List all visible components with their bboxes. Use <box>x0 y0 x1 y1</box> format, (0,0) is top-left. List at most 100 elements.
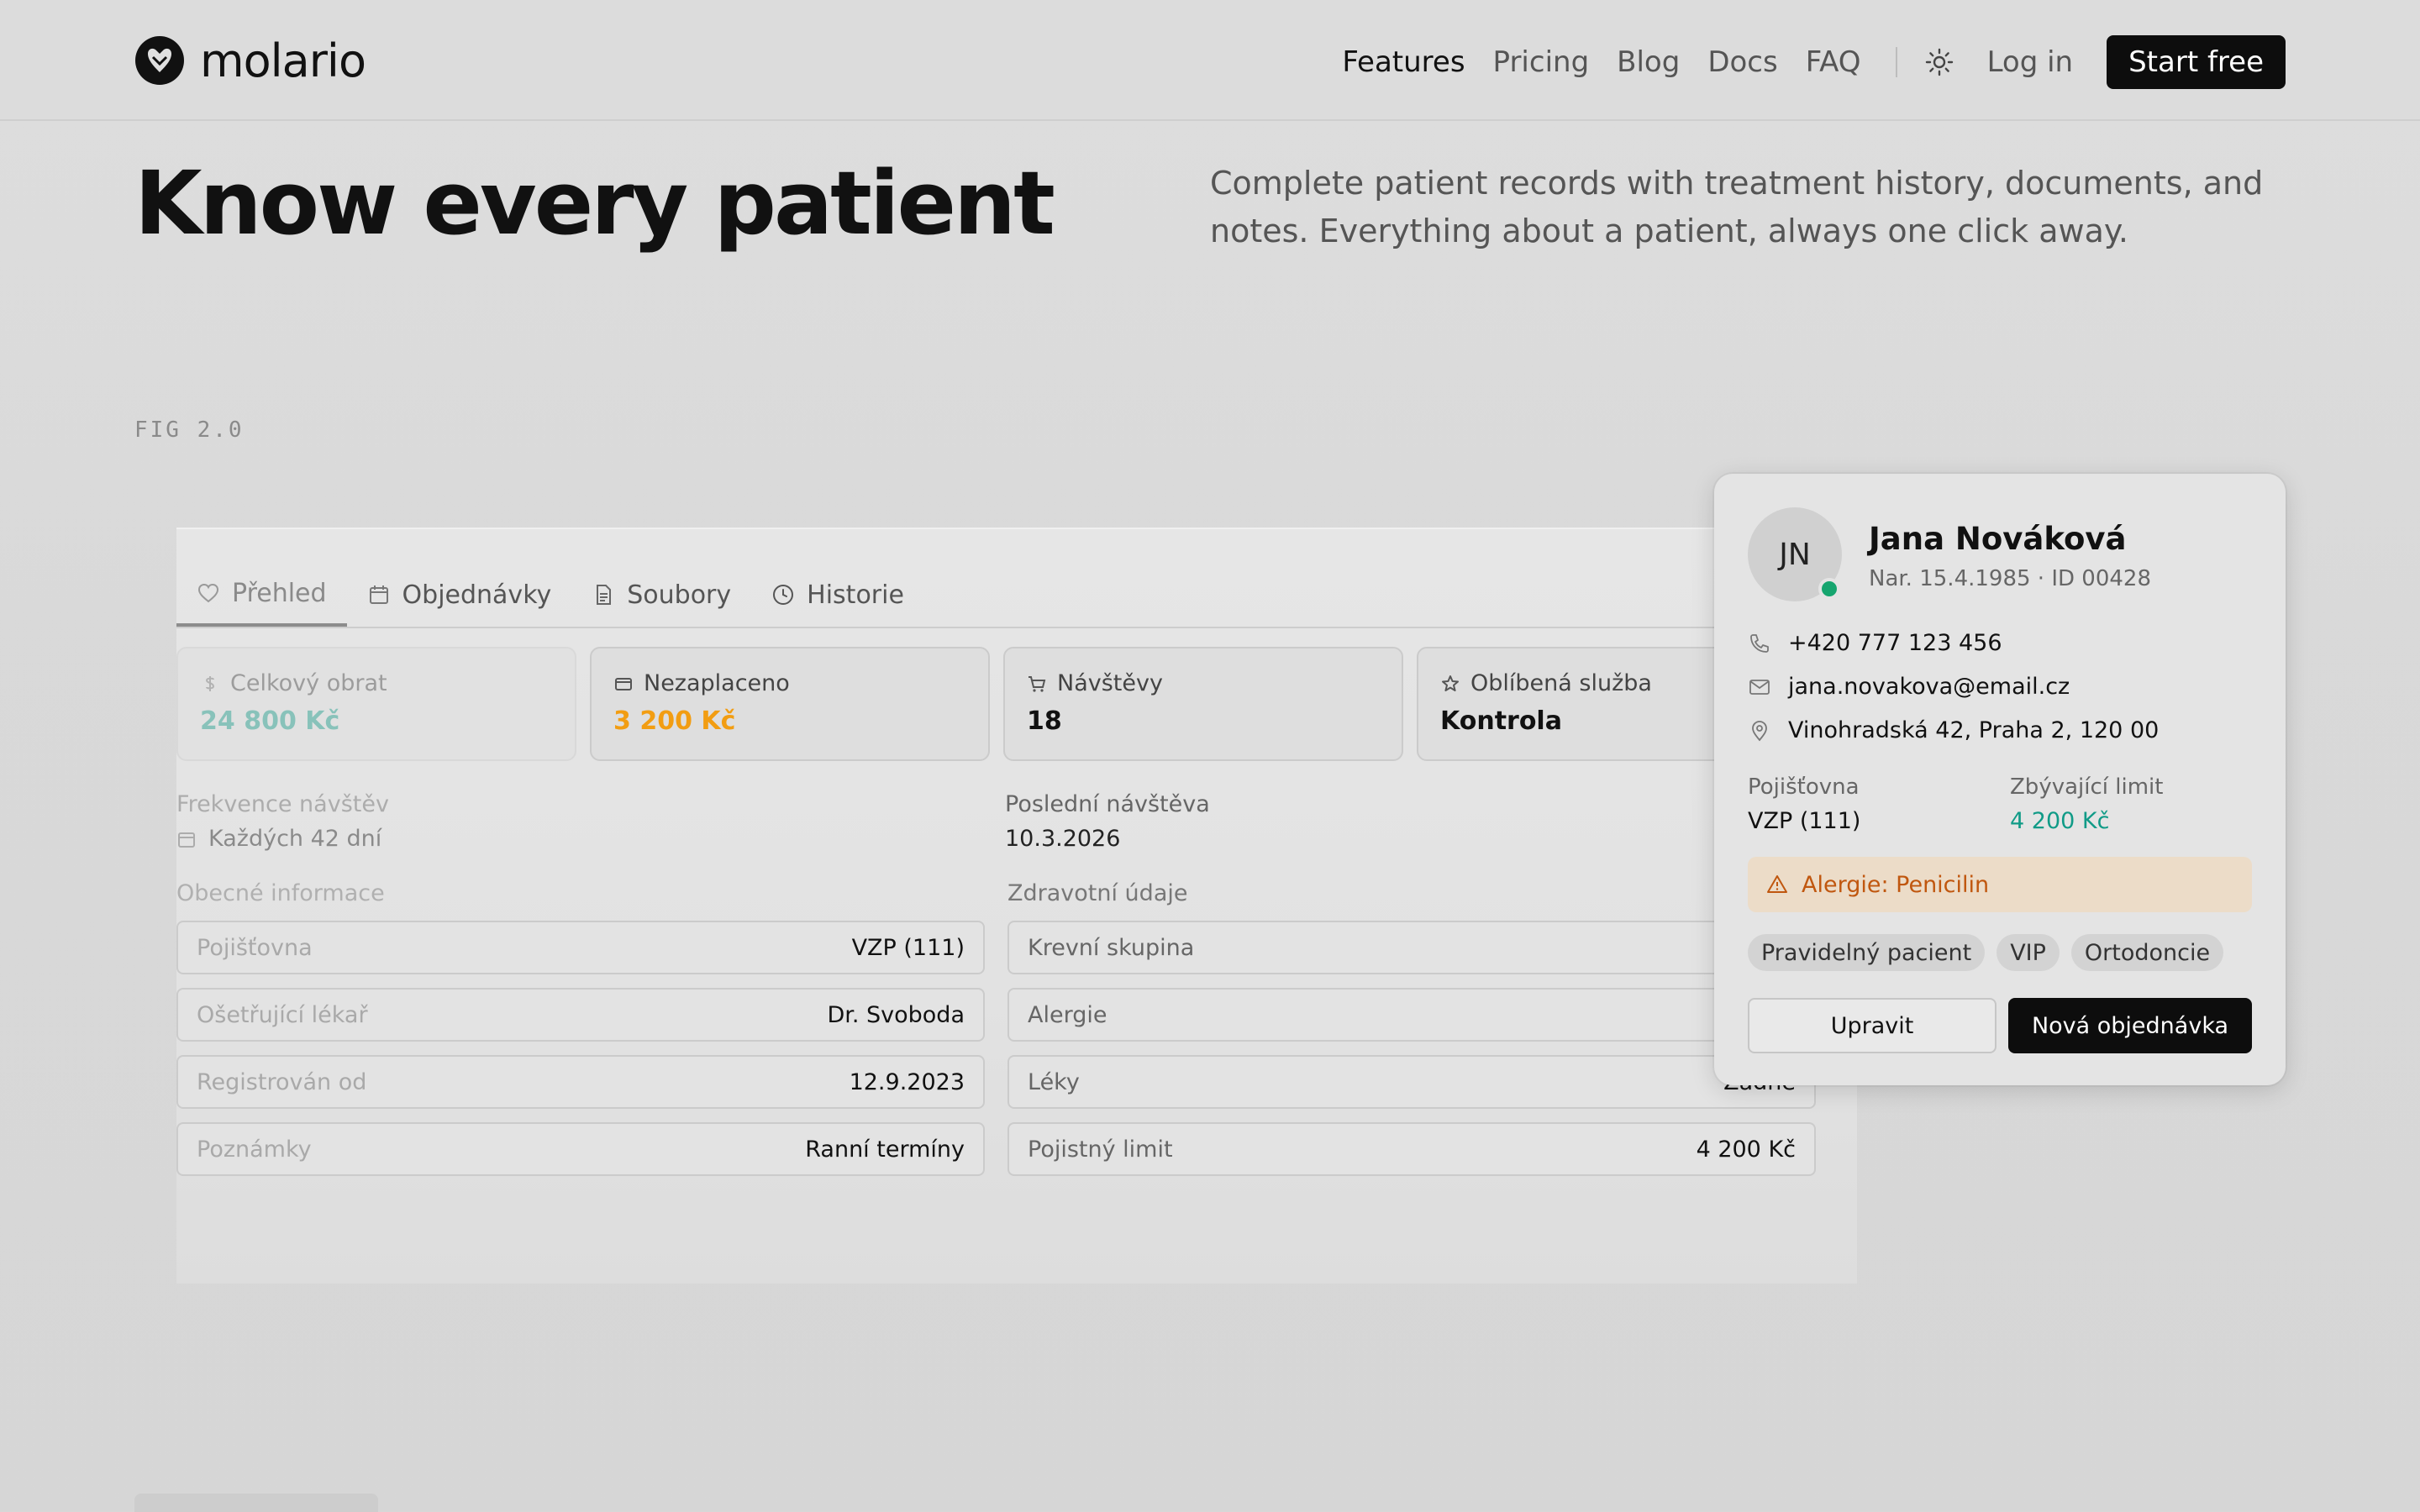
info-row: Ošetřující lékař Dr. Svoboda <box>176 988 985 1042</box>
frequency-value: Každých 42 dní <box>208 826 382 852</box>
row-value: 4 200 Kč <box>1696 1136 1796 1163</box>
general-info-list: Pojišťovna VZP (111) Ošetřující lékař Dr. … <box>176 921 985 1189</box>
last-visit: Poslední návštěva 10.3.2026 <box>1005 791 1210 852</box>
tag-chip[interactable]: Ortodoncie <box>2070 934 2224 971</box>
nav-divider <box>1895 47 1897 77</box>
row-key: Krevní skupina <box>1028 934 1195 961</box>
info-row: Pojistný limit 4 200 Kč <box>1007 1122 1816 1176</box>
logo-icon <box>135 36 184 85</box>
tag-chip[interactable]: Pravidelný pacient <box>1748 934 1986 971</box>
row-key: Registrován od <box>197 1068 367 1095</box>
stat-card-visits: Návštěvy 18 <box>1003 647 1403 761</box>
location-pin-icon <box>1752 720 1767 741</box>
row-key: Poznámky <box>197 1136 312 1163</box>
brand-name: molario <box>200 34 366 87</box>
stats-row: Celkový obrat 24 800 Kč Nezaplaceno 3 20… <box>176 647 1830 761</box>
patient-detail-panel: Přehled Objednávky Soubory Historie Celk… <box>176 528 1857 1284</box>
nav-link-faq[interactable]: FAQ <box>1806 45 1861 79</box>
stat-label: Oblíbená služba <box>1470 670 1652 696</box>
info-row: Registrován od 12.9.2023 <box>176 1055 985 1109</box>
hero-title: Know every patient <box>134 152 1055 255</box>
nav-link-features[interactable]: Features <box>1342 45 1465 79</box>
insurance-value: VZP (111) <box>1748 808 1861 834</box>
last-visit-value: 10.3.2026 <box>1005 826 1121 852</box>
bottom-section-stub <box>134 1494 378 1512</box>
new-appointment-button[interactable]: Nová objednávka <box>2008 998 2252 1053</box>
row-value: Ranní termíny <box>805 1136 965 1163</box>
row-value: VZP (111) <box>851 934 965 961</box>
login-link[interactable]: Log in <box>1987 45 2074 79</box>
phone-icon <box>1750 633 1769 653</box>
tab-label: Přehled <box>232 578 327 608</box>
top-nav: molario Features Pricing Blog Docs FAQ L… <box>0 0 2420 121</box>
tag-chip[interactable]: VIP <box>1996 934 2060 971</box>
online-status-dot <box>1818 578 1840 600</box>
last-visit-label: Poslední návštěva <box>1005 791 1210 817</box>
nav-links: Features Pricing Blog Docs FAQ Log in St… <box>1342 35 2286 89</box>
tabs-divider <box>176 627 1857 628</box>
warning-triangle-icon <box>1767 875 1787 893</box>
nav-link-pricing[interactable]: Pricing <box>1493 45 1590 79</box>
patient-card: JN Jana Nováková Nar. 15.4.1985 · ID 004… <box>1714 474 2286 1085</box>
stat-label: Celkový obrat <box>230 670 387 696</box>
health-info-title: Zdravotní údaje <box>1007 880 1188 906</box>
limit-value: 4 200 Kč <box>2010 808 2110 834</box>
theme-toggle-sun-icon[interactable] <box>1925 48 1954 76</box>
address-value: Vinohradská 42, Praha 2, 120 00 <box>1788 717 2160 743</box>
allergy-alert: Alergie: Penicilin <box>1748 857 2252 912</box>
dollar-icon <box>205 675 215 691</box>
insurance-info: Pojišťovna VZP (111) <box>1748 774 1860 834</box>
tab-label: Soubory <box>627 580 732 610</box>
tab-soubory[interactable]: Soubory <box>571 563 751 627</box>
contact-address[interactable]: Vinohradská 42, Praha 2, 120 00 <box>1748 717 2159 743</box>
logo[interactable]: molario <box>134 34 366 87</box>
stat-card-turnover: Celkový obrat 24 800 Kč <box>176 647 576 761</box>
info-row: Krevní skupina <box>1007 921 1816 974</box>
contact-email[interactable]: jana.novakova@email.cz <box>1748 674 2070 700</box>
avatar-initials: JN <box>1779 537 1811 572</box>
stat-value: 18 <box>1027 706 1062 736</box>
row-key: Léky <box>1028 1068 1080 1095</box>
tab-objednavky[interactable]: Objednávky <box>347 563 572 627</box>
mail-icon <box>1749 679 1770 695</box>
nav-link-blog[interactable]: Blog <box>1617 45 1680 79</box>
edit-button[interactable]: Upravit <box>1748 998 1996 1053</box>
panel-tabs: Přehled Objednávky Soubory Historie <box>176 563 924 627</box>
cart-icon <box>1028 675 1046 692</box>
start-free-button[interactable]: Start free <box>2107 35 2286 89</box>
row-value: 12.9.2023 <box>849 1068 965 1095</box>
row-key: Pojistný limit <box>1028 1136 1173 1163</box>
nav-link-docs[interactable]: Docs <box>1707 45 1777 79</box>
stat-value: 3 200 Kč <box>613 706 736 736</box>
tab-prehled[interactable]: Přehled <box>176 563 347 627</box>
credit-card-icon <box>615 677 632 690</box>
remaining-limit: Zbývající limit 4 200 Kč <box>2010 774 2163 834</box>
tab-historie[interactable]: Historie <box>751 563 924 627</box>
row-key: Alergie <box>1028 1001 1107 1028</box>
info-row: Pojišťovna VZP (111) <box>176 921 985 974</box>
health-info-list: Krevní skupina AlergieP LékyŽádné Pojist… <box>1007 921 1816 1189</box>
allergy-text: Alergie: Penicilin <box>1802 871 1990 898</box>
row-key: Ošetřující lékař <box>197 1001 368 1028</box>
insurance-label: Pojišťovna <box>1748 774 1860 800</box>
info-row: AlergieP <box>1007 988 1816 1042</box>
calendar-icon <box>178 832 195 848</box>
clock-icon <box>773 585 794 605</box>
document-icon <box>597 585 612 605</box>
info-row: Poznámky Ranní termíny <box>176 1122 985 1176</box>
email-value: jana.novakova@email.cz <box>1788 674 2070 700</box>
stat-label: Nezaplaceno <box>644 670 790 696</box>
row-value: Dr. Svoboda <box>827 1001 965 1028</box>
patient-name: Jana Nováková <box>1869 521 2127 557</box>
contact-phone[interactable]: +420 777 123 456 <box>1748 630 2002 656</box>
stat-label: Návštěvy <box>1057 670 1163 696</box>
stat-value: 24 800 Kč <box>200 706 340 736</box>
heart-icon <box>197 583 219 603</box>
calendar-icon <box>369 585 388 604</box>
general-info-title: Obecné informace <box>176 880 385 906</box>
patient-tags: Pravidelný pacient VIP Ortodoncie <box>1748 934 2235 971</box>
visit-frequency: Frekvence návštěv Každých 42 dní <box>176 791 389 852</box>
figure-label: FIG 2.0 <box>134 417 245 443</box>
frequency-label: Frekvence návštěv <box>176 791 389 817</box>
star-icon <box>1442 675 1459 691</box>
